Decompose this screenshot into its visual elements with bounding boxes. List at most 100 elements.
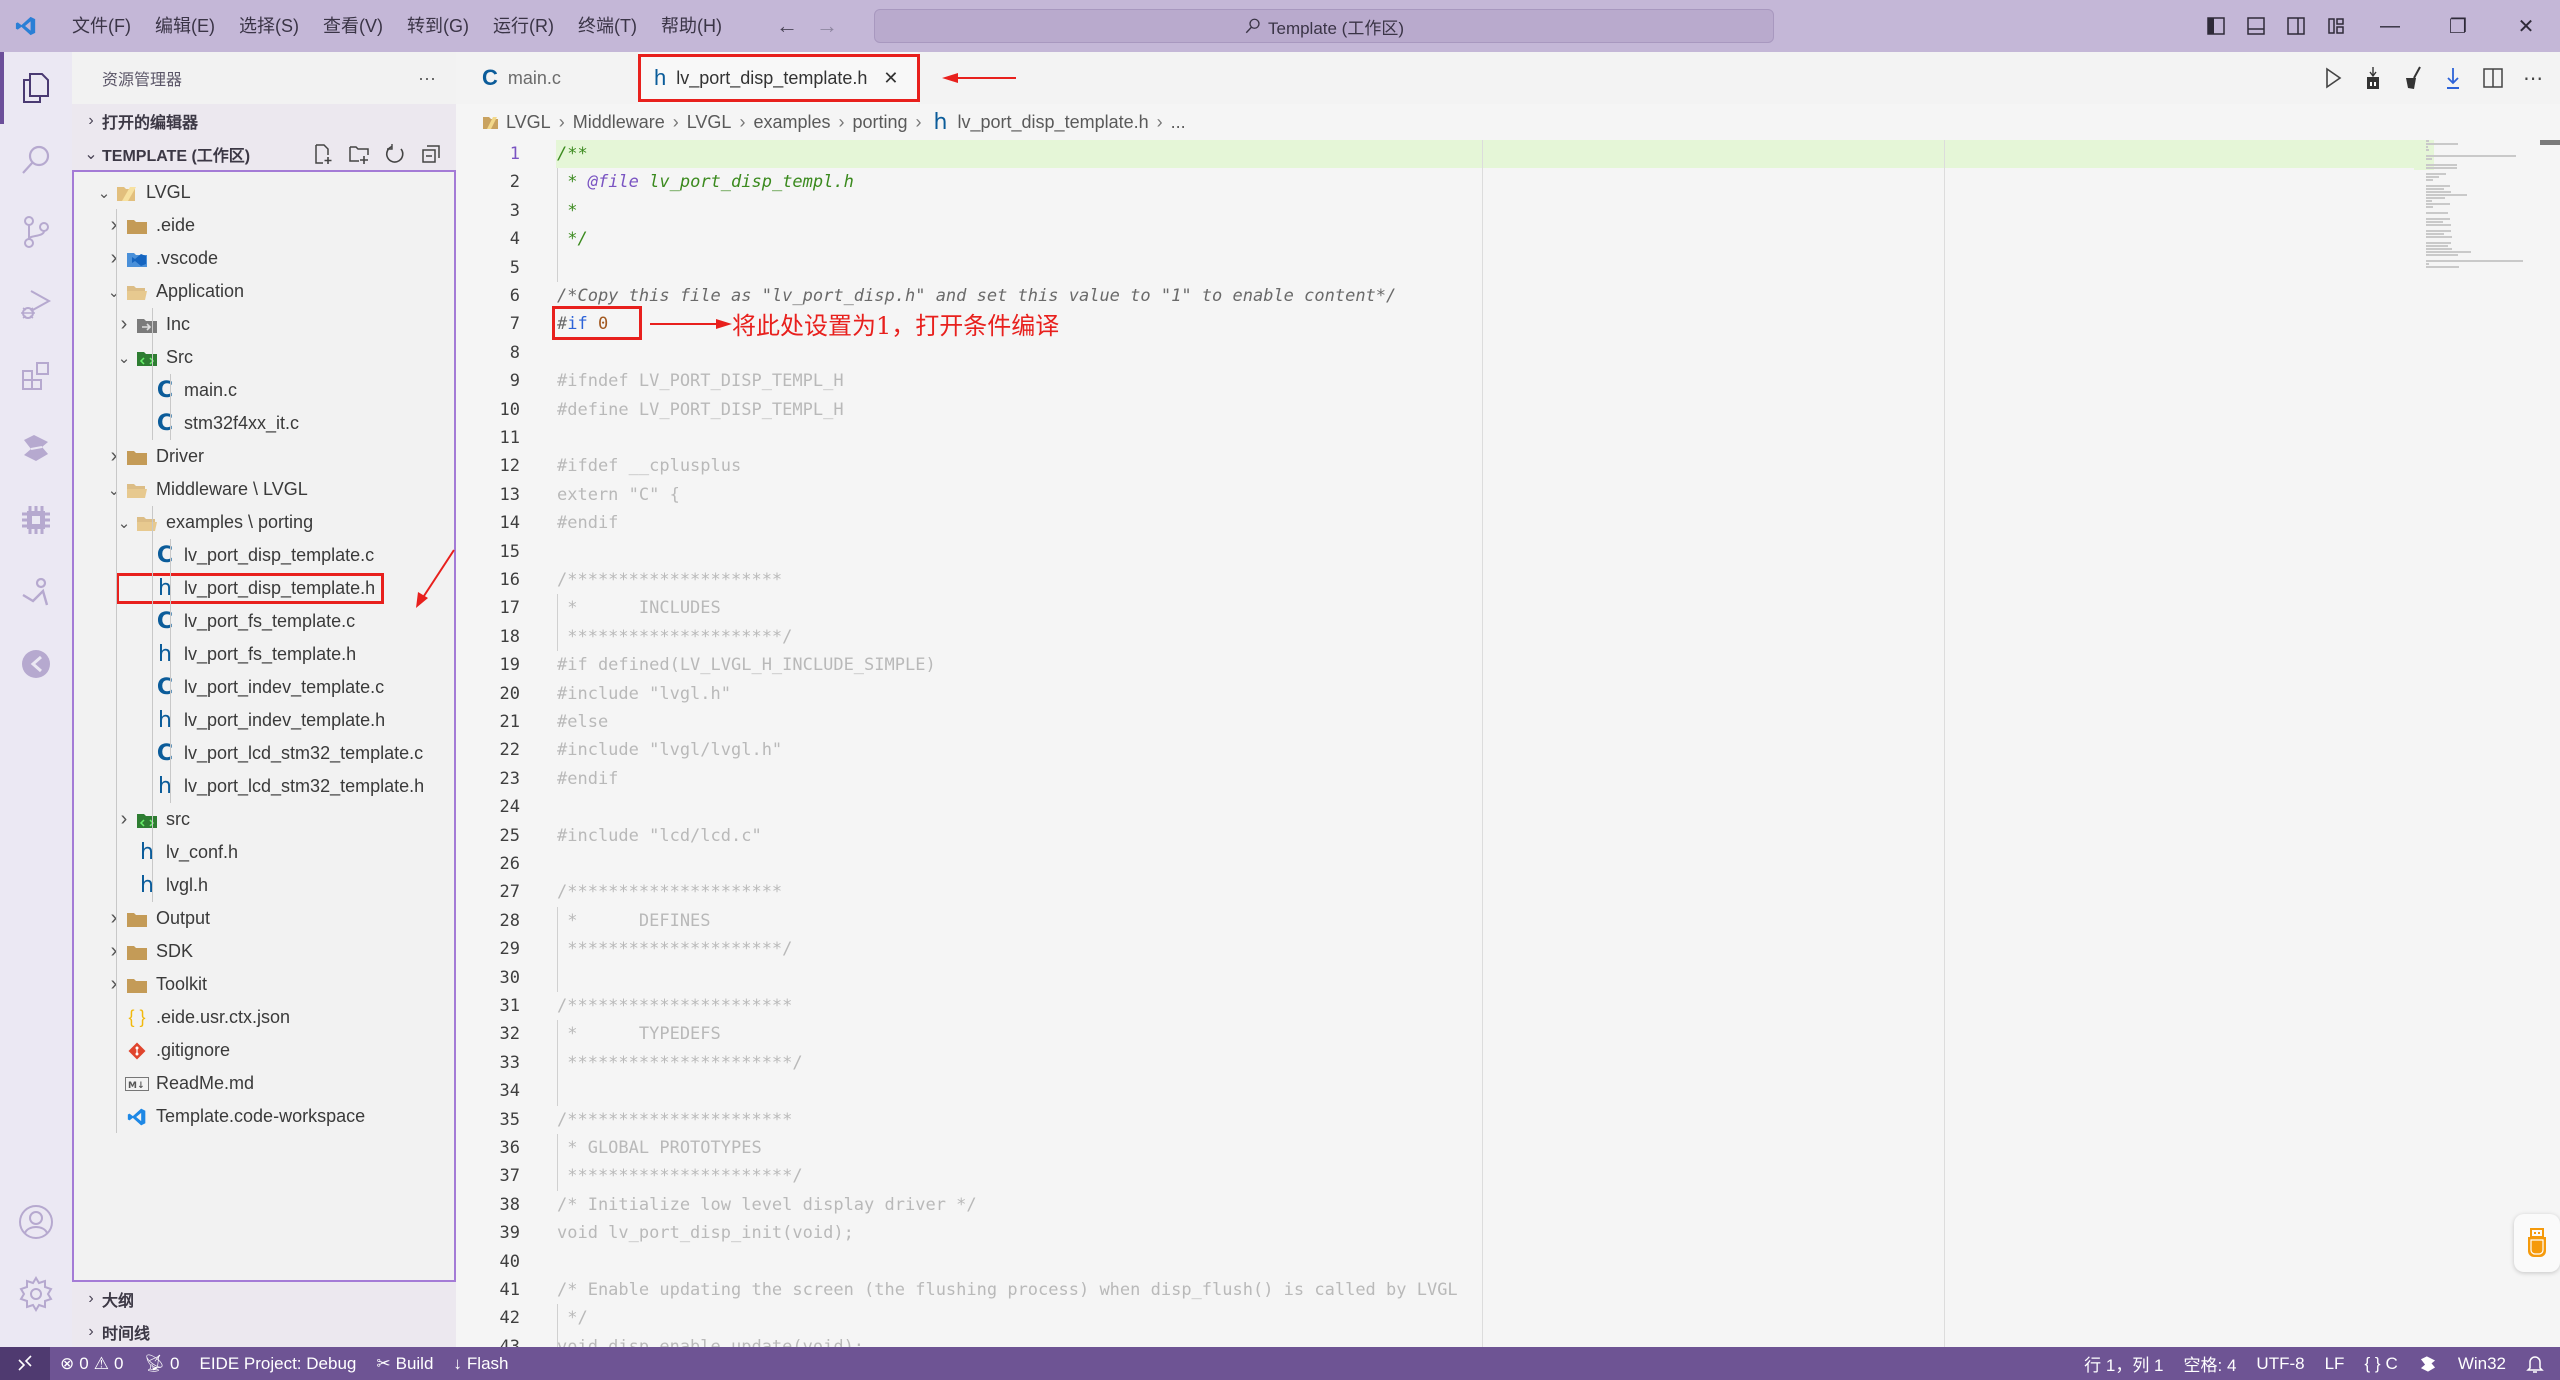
tree-item[interactable]: M↓ ReadMe.md (104, 1067, 254, 1100)
tree-item[interactable]: h lv_port_fs_template.h (132, 638, 356, 671)
menu-file[interactable]: 文件(F) (60, 0, 143, 52)
tree-item[interactable]: .gitignore (104, 1034, 230, 1067)
menu-help[interactable]: 帮助(H) (649, 0, 734, 52)
outline-section[interactable]: › 大纲 (72, 1282, 456, 1315)
refresh-icon[interactable] (380, 139, 410, 169)
code-line: 10 #define LV_PORT_DISP_TEMPL_H (456, 396, 2416, 424)
split-editor-icon[interactable] (2480, 65, 2506, 91)
toggle-primary-sidebar-icon[interactable] (2196, 0, 2236, 52)
minimize-button[interactable]: — (2356, 0, 2424, 52)
tree-item[interactable]: ⌄ examples \ porting (114, 506, 313, 539)
clean-icon[interactable] (2400, 65, 2426, 91)
encoding[interactable]: UTF-8 (2246, 1354, 2314, 1374)
activity-search[interactable] (0, 124, 72, 196)
activity-chip[interactable] (0, 484, 72, 556)
command-center-search[interactable]: Template (工作区) (874, 9, 1774, 43)
tree-item[interactable]: { } .eide.usr.ctx.json (104, 1001, 290, 1034)
toggle-panel-icon[interactable] (2236, 0, 2276, 52)
menu-selection[interactable]: 选择(S) (227, 0, 311, 52)
build-download-icon[interactable] (2360, 65, 2386, 91)
cursor-position[interactable]: 行 1，列 1 (2074, 1351, 2173, 1376)
tree-item[interactable]: › Toolkit (104, 968, 207, 1001)
line-number: 5 (509, 257, 520, 278)
minimap-line (2426, 176, 2440, 178)
menu-terminal[interactable]: 终端(T) (566, 0, 649, 52)
tree-item[interactable]: ⌄ Application (104, 275, 244, 308)
breadcrumb-item[interactable]: examples (753, 112, 830, 133)
tree-item[interactable]: Cmain.c (132, 374, 237, 407)
code-editor[interactable]: 1/** 2 * @file lv_port_disp_templ.h 3 * 4 *… (456, 140, 2560, 1347)
timeline-section[interactable]: › 时间线 (72, 1315, 456, 1348)
breadcrumb-item[interactable]: LVGL (506, 112, 551, 133)
activity-run-debug[interactable] (0, 268, 72, 340)
tree-item[interactable]: h lv_conf.h (114, 836, 238, 869)
eide-status-icon[interactable] (2408, 1354, 2448, 1374)
problems-indicator[interactable]: ⊗ 0 ⚠ 0 (50, 1354, 133, 1374)
workspace-section[interactable]: ⌄ TEMPLATE (工作区) (72, 137, 456, 170)
run-icon[interactable] (2320, 65, 2346, 91)
more-actions-icon[interactable]: ··· (418, 68, 436, 89)
usb-device-button[interactable] (2514, 1214, 2560, 1272)
remote-indicator[interactable] (0, 1347, 50, 1380)
scrollbar-thumb[interactable] (2540, 140, 2560, 145)
activity-remote[interactable] (0, 556, 72, 628)
activity-extensions[interactable] (0, 340, 72, 412)
menu-edit[interactable]: 编辑(E) (143, 0, 227, 52)
tree-item[interactable]: ⌄ Src (114, 341, 193, 374)
line-number: 11 (499, 428, 520, 448)
breadcrumb-item[interactable]: LVGL (687, 112, 732, 133)
tab-main-c[interactable]: C main.c (466, 52, 636, 104)
flash-button[interactable]: ↓ Flash (443, 1354, 518, 1374)
tree-item[interactable]: Template.code-workspace (104, 1100, 365, 1133)
indentation[interactable]: 空格: 4 (2174, 1351, 2247, 1376)
tree-item[interactable]: › SDK (104, 935, 193, 968)
usb-drive-icon (2528, 1228, 2546, 1257)
tree-item[interactable]: Clv_port_disp_template.c (132, 539, 374, 572)
language-mode[interactable]: { } C (2354, 1354, 2407, 1374)
tree-item[interactable]: Cstm32f4xx_it.c (132, 407, 299, 440)
tree-item[interactable]: Clv_port_lcd_stm32_template.c (132, 737, 423, 770)
collapse-all-icon[interactable] (416, 139, 446, 169)
breadcrumb-item[interactable]: ... (1171, 112, 1186, 133)
more-actions-icon[interactable]: ⋯ (2520, 65, 2546, 91)
line-number: 42 (499, 1308, 520, 1329)
tree-item[interactable]: h lvgl.h (114, 869, 208, 902)
forward-arrow-icon[interactable]: → (816, 13, 838, 39)
tree-item[interactable]: Clv_port_fs_template.c (132, 605, 355, 638)
tree-item[interactable]: › Output (104, 902, 210, 935)
restore-button[interactable]: ❐ (2424, 0, 2492, 52)
breadcrumb-item[interactable]: lv_port_disp_template.h (958, 112, 1149, 133)
build-button[interactable]: ✂ Build (366, 1354, 443, 1374)
end-of-line[interactable]: LF (2315, 1354, 2355, 1374)
notifications-bell-icon[interactable] (2516, 1354, 2560, 1374)
activity-eide[interactable] (0, 412, 72, 484)
breadcrumb-item[interactable]: Middleware (573, 112, 665, 133)
eide-project-status[interactable]: EIDE Project: Debug (190, 1354, 367, 1374)
tree-item[interactable]: › Driver (104, 440, 204, 473)
toggle-secondary-sidebar-icon[interactable] (2276, 0, 2316, 52)
menu-view[interactable]: 查看(V) (311, 0, 395, 52)
menu-go[interactable]: 转到(G) (395, 0, 481, 52)
platform-config[interactable]: Win32 (2448, 1354, 2516, 1374)
back-arrow-icon[interactable]: ← (776, 13, 798, 39)
customize-layout-icon[interactable] (2316, 0, 2356, 52)
ports-indicator[interactable]: 📡︎ 0 (133, 1354, 189, 1374)
close-window-button[interactable]: ✕ (2492, 0, 2560, 52)
activity-manage[interactable] (0, 1258, 72, 1330)
tree-item[interactable]: ⌄ LVGL (94, 176, 191, 209)
tree-item[interactable]: › .eide (104, 209, 195, 242)
tree-item[interactable]: ⌄ Middleware \ LVGL (104, 473, 308, 506)
activity-explorer[interactable] (0, 52, 72, 124)
activity-source-control[interactable] (0, 196, 72, 268)
activity-accounts[interactable] (0, 1186, 72, 1258)
menu-run[interactable]: 运行(R) (481, 0, 566, 52)
flash-download-icon[interactable] (2440, 65, 2466, 91)
activity-codegeex[interactable] (0, 628, 72, 700)
new-folder-icon[interactable] (344, 139, 374, 169)
minimap[interactable] (2414, 140, 2534, 280)
breadcrumb-item[interactable]: porting (853, 112, 908, 133)
tree-item[interactable]: › .vscode (104, 242, 218, 275)
open-editors-section[interactable]: › 打开的编辑器 (72, 104, 456, 137)
tree-item[interactable]: h lv_port_lcd_stm32_template.h (132, 770, 424, 803)
new-file-icon[interactable] (308, 139, 338, 169)
